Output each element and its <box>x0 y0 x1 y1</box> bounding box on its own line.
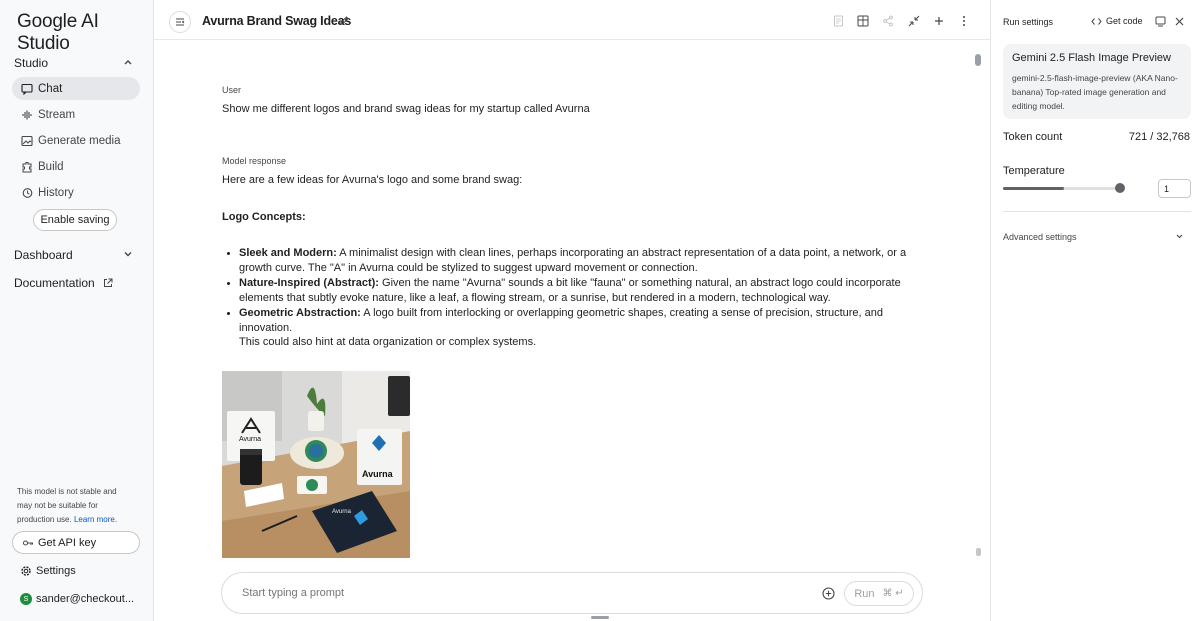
temperature-slider-handle[interactable] <box>1115 183 1125 193</box>
run-shortcut: ⌘ ↵ <box>882 588 904 599</box>
temperature-slider[interactable] <box>1003 187 1125 190</box>
run-settings-title: Run settings <box>1003 17 1054 27</box>
document-icon[interactable] <box>832 15 844 27</box>
sidebar-item-build[interactable]: Build <box>12 155 140 178</box>
bullet-text: A minimalist design with clean lines, pe… <box>336 247 907 259</box>
compress-icon[interactable] <box>908 15 920 27</box>
add-icon[interactable] <box>933 15 945 27</box>
settings-label: Settings <box>36 565 76 577</box>
user-role-label: User <box>222 85 242 95</box>
studio-section-label: Studio <box>14 56 49 70</box>
settings-link[interactable]: Settings <box>20 562 76 580</box>
compare-icon[interactable] <box>857 15 869 27</box>
close-icon[interactable] <box>1175 17 1184 26</box>
sidebar-item-label: Generate media <box>38 134 121 147</box>
more-vert-icon[interactable] <box>958 15 970 27</box>
sidebar-item-label: Chat <box>38 82 63 95</box>
image-label: Avurna <box>239 436 262 443</box>
bullet-text-cont: This could also hint at data organizatio… <box>239 336 537 348</box>
token-count-label: Token count <box>1003 131 1063 143</box>
scrollbar-end[interactable] <box>976 548 981 556</box>
temperature-slider-fill <box>1003 187 1064 190</box>
stream-icon <box>21 109 33 121</box>
image-label: Avurna <box>332 509 351 515</box>
sidebar-item-label: History <box>38 186 74 199</box>
get-code-label: Get code <box>1106 16 1143 26</box>
run-button[interactable]: Run ⌘ ↵ <box>844 581 914 606</box>
run-label: Run <box>854 587 875 600</box>
stability-note: This model is not stable and may not be … <box>17 485 129 527</box>
sidebar-item-history[interactable]: History <box>12 181 140 204</box>
key-icon <box>22 537 34 549</box>
history-icon <box>21 187 33 199</box>
dashboard-label: Dashboard <box>14 248 73 262</box>
model-description: gemini-2.5-flash-image-preview (AKA Nano… <box>1012 73 1178 111</box>
generated-brand-image[interactable]: Avurna Avurna Avurna <box>222 371 410 558</box>
account-menu[interactable]: S sander@checkout... <box>20 590 134 608</box>
avatar: S <box>20 593 32 605</box>
token-count-value: 721 / 32,768 <box>1128 131 1190 143</box>
user-message: Show me different logos and brand swag i… <box>222 103 590 115</box>
add-attachment-icon[interactable] <box>822 587 835 600</box>
resize-handle[interactable] <box>591 616 609 619</box>
documentation-label: Documentation <box>14 276 95 290</box>
main-area: Avurna Brand Swag Ideas User Show me dif… <box>154 0 990 621</box>
image-label: Avurna <box>362 469 393 479</box>
sidebar-item-label: Stream <box>38 108 76 121</box>
model-name: Gemini 2.5 Flash Image Preview <box>1012 52 1171 64</box>
edit-title-icon[interactable] <box>339 15 350 29</box>
list-item: Geometric Abstraction: A logo built from… <box>227 306 929 350</box>
bullet-text-cont: growth curve. The "A" in Avurna could be… <box>239 261 698 274</box>
temperature-label: Temperature <box>1003 165 1065 177</box>
sidebar-item-stream[interactable]: Stream <box>12 103 140 126</box>
scrollbar-thumb[interactable] <box>975 54 981 66</box>
compare-mode-icon[interactable] <box>1155 16 1166 27</box>
share-icon[interactable] <box>882 15 894 27</box>
bullet-text-cont: elements that subtly evoke nature, like … <box>239 291 831 304</box>
model-intro: Here are a few ideas for Avurna's logo a… <box>222 174 523 186</box>
top-bar: Avurna Brand Swag Ideas <box>154 0 990 40</box>
bullet-title: Geometric Abstraction: <box>239 307 361 319</box>
menu-collapse-icon <box>175 17 185 27</box>
code-icon <box>1091 17 1102 26</box>
divider <box>1003 211 1191 212</box>
model-role-label: Model response <box>222 156 287 166</box>
advanced-settings-toggle[interactable]: Advanced settings <box>1003 232 1077 242</box>
model-selector[interactable]: Gemini 2.5 Flash Image Preview gemini-2.… <box>1003 44 1191 119</box>
run-settings-panel: Run settings Get code Gemini 2.5 Flash I… <box>990 0 1200 621</box>
sidebar-item-chat[interactable]: Chat <box>12 77 140 100</box>
studio-section-toggle[interactable]: Studio <box>14 53 134 73</box>
page-title[interactable]: Avurna Brand Swag Ideas <box>202 14 351 28</box>
media-icon <box>21 135 33 147</box>
temperature-input[interactable] <box>1158 179 1191 198</box>
prompt-box: Run ⌘ ↵ <box>221 572 923 614</box>
learn-more-link[interactable]: Learn more. <box>74 515 117 524</box>
gear-icon <box>20 565 32 577</box>
bullet-title: Nature-Inspired (Abstract): <box>239 277 379 289</box>
account-email: sander@checkout... <box>36 593 134 605</box>
brand-logo[interactable]: Google AI Studio <box>17 11 153 55</box>
bullet-title: Sleek and Modern: <box>239 247 337 259</box>
chevron-down-icon[interactable] <box>1175 232 1184 241</box>
enable-saving-button[interactable]: Enable saving <box>33 209 117 231</box>
list-item: Nature-Inspired (Abstract): Given the na… <box>227 276 929 305</box>
sidebar-item-generate-media[interactable]: Generate media <box>12 129 140 152</box>
get-code-button[interactable]: Get code <box>1091 16 1143 26</box>
get-api-key-button[interactable]: Get API key <box>12 531 140 554</box>
external-link-icon <box>103 278 113 288</box>
dashboard-section-toggle[interactable]: Dashboard <box>14 245 134 265</box>
chevron-up-icon <box>122 56 134 71</box>
prompt-input[interactable] <box>242 583 802 603</box>
list-item: Sleek and Modern: A minimalist design wi… <box>227 246 929 275</box>
chat-icon <box>21 83 33 95</box>
bullet-text: Given the name "Avurna" sounds a bit lik… <box>378 277 901 289</box>
get-api-key-label: Get API key <box>38 536 97 549</box>
documentation-link[interactable]: Documentation <box>14 273 113 293</box>
build-icon <box>21 161 33 173</box>
section-heading: Logo Concepts: <box>222 211 306 223</box>
chevron-down-icon <box>122 248 134 263</box>
collapse-sidebar-button[interactable] <box>169 11 191 33</box>
sidebar-item-label: Build <box>38 160 64 173</box>
sidebar: Google AI Studio Studio Chat Stream Gene… <box>0 0 154 621</box>
